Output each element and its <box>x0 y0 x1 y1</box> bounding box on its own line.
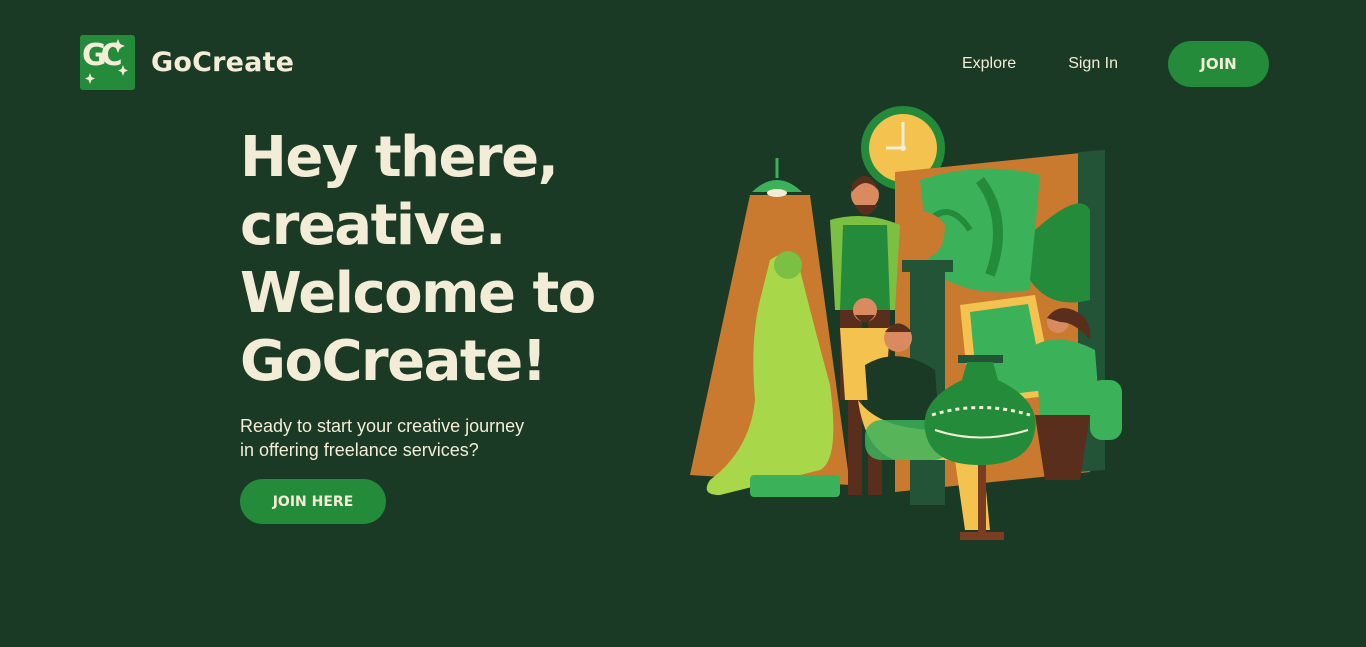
hero-title: Hey there, creative. Welcome to GoCreate… <box>240 124 660 396</box>
brand-logo[interactable]: GC GoCreate <box>80 35 294 90</box>
gocreate-logo-icon: GC <box>80 35 135 90</box>
artists-studio-illustration <box>680 100 1140 550</box>
nav-sign-in-link[interactable]: Sign In <box>1068 55 1118 73</box>
join-button[interactable]: JOIN <box>1168 41 1269 87</box>
hero-subtitle-line-2: in offering freelance services? <box>240 440 479 460</box>
join-here-button[interactable]: JOIN HERE <box>240 479 386 524</box>
svg-text:GC: GC <box>82 38 122 73</box>
nav-explore-link[interactable]: Explore <box>962 55 1016 73</box>
brand-name: GoCreate <box>151 47 295 78</box>
hero-subtitle: Ready to start your creative journey in … <box>240 414 580 462</box>
hero-title-line-4: GoCreate! <box>240 329 547 394</box>
hero-subtitle-line-1: Ready to start your creative journey <box>240 416 525 436</box>
hero-section: Hey there, creative. Welcome to GoCreate… <box>240 124 660 524</box>
hero-title-line-3: Welcome to <box>240 261 596 326</box>
main-nav: Explore Sign In JOIN <box>962 41 1269 87</box>
hero-title-line-1: Hey there, <box>240 125 559 190</box>
hero-title-line-2: creative. <box>240 193 506 258</box>
